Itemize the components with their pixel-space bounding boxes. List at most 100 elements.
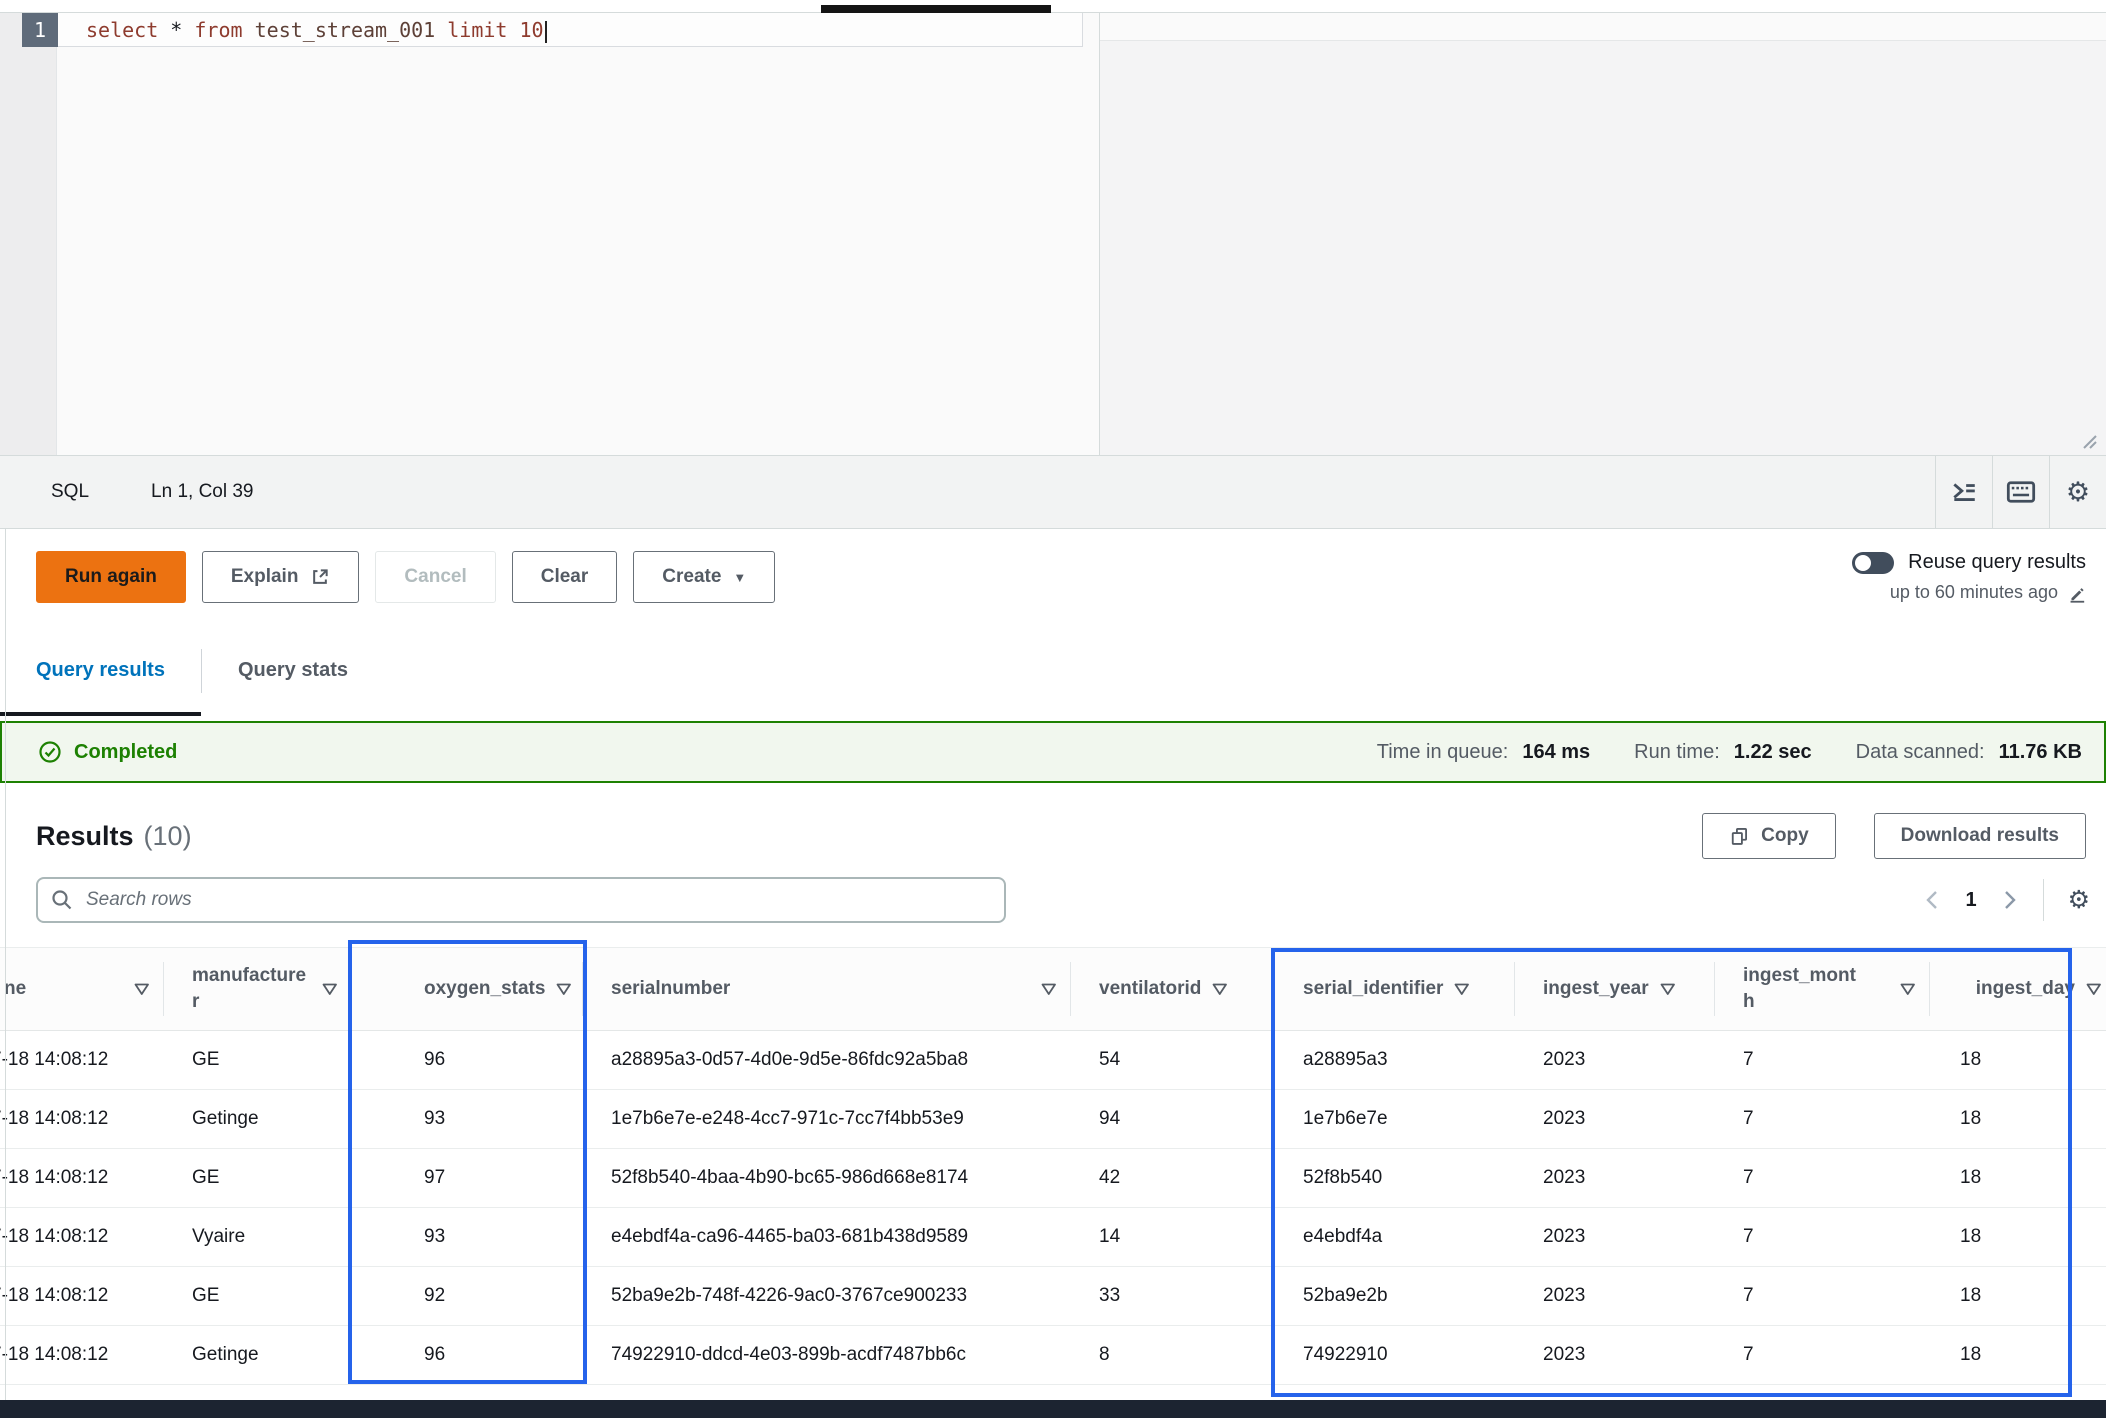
column-header-time[interactable]: ne <box>0 948 164 1030</box>
filter-icon[interactable] <box>321 982 338 996</box>
filter-icon[interactable] <box>1899 982 1916 996</box>
cell-ingest_day: 18 <box>1930 1049 2106 1071</box>
column-header-ingest_day[interactable]: ingest_day <box>1930 948 2106 1030</box>
create-label: Create <box>662 566 721 588</box>
create-button[interactable]: Create ▼ <box>633 551 775 603</box>
column-label: ne <box>4 978 26 1000</box>
cell-ventilatorid: 54 <box>1071 1049 1275 1071</box>
sql-keyword: from <box>194 18 254 42</box>
cell-ingest_month: 7 <box>1715 1167 1930 1189</box>
cell-serial_identifier: e4ebdf4a <box>1275 1226 1515 1248</box>
reuse-query-results-block: Reuse query results up to 60 minutes ago <box>1852 551 2086 603</box>
results-title: Results <box>36 821 134 852</box>
sql-table-name: test_stream_001 <box>255 18 448 42</box>
column-label: serialnumber <box>611 978 730 1000</box>
filter-icon[interactable] <box>133 982 150 996</box>
query-stats-summary: Time in queue: 164 ms Run time: 1.22 sec… <box>1377 741 2082 764</box>
column-label: ingest_day <box>1976 978 2075 1000</box>
filter-icon[interactable] <box>1211 982 1228 996</box>
cell-oxygen_stats: 96 <box>352 1049 583 1071</box>
filter-icon[interactable] <box>1453 982 1470 996</box>
column-header-oxygen_stats[interactable]: oxygen_stats <box>352 948 583 1030</box>
cell-time: 7-18 14:08:12 <box>0 1167 164 1189</box>
athena-query-editor-page: 1 select * from test_stream_001 limit 10… <box>0 0 2106 1418</box>
tab-query-results[interactable]: Query results <box>0 625 201 716</box>
editor-right-pane <box>1099 13 2106 455</box>
cell-manufacturer: GE <box>164 1167 352 1189</box>
cancel-button[interactable]: Cancel <box>375 551 495 603</box>
column-header-ingest_month[interactable]: ingest_month <box>1715 948 1930 1030</box>
filter-icon[interactable] <box>1040 982 1057 996</box>
cell-manufacturer: Getinge <box>164 1344 352 1366</box>
column-header-serialnumber[interactable]: serialnumber <box>583 948 1071 1030</box>
table-row: 7-18 14:08:12Getinge9674922910-ddcd-4e03… <box>0 1326 2106 1385</box>
stat-value: 11.76 KB <box>1999 741 2082 764</box>
column-label: ventilatorid <box>1099 978 1201 1000</box>
explain-button[interactable]: Explain <box>202 551 360 603</box>
editor-resize-handle[interactable] <box>2078 433 2098 449</box>
table-header-row: ne manufacturer oxygen_stats serialnumber ve… <box>0 948 2106 1031</box>
column-label: ingest_month <box>1743 963 1859 1014</box>
results-header: Results (10) Copy Download results <box>0 813 2106 859</box>
filter-icon[interactable] <box>555 982 572 996</box>
cell-ingest_year: 2023 <box>1515 1049 1715 1071</box>
search-icon <box>50 888 74 912</box>
filter-icon[interactable] <box>1659 982 1676 996</box>
column-label: manufacturer <box>192 963 312 1014</box>
cell-ingest_year: 2023 <box>1515 1285 1715 1307</box>
cell-time: 7-18 14:08:12 <box>0 1049 164 1071</box>
chevron-down-icon: ▼ <box>733 570 746 585</box>
format-query-button[interactable] <box>1936 456 1992 528</box>
download-results-button[interactable]: Download results <box>1874 813 2086 859</box>
clear-button[interactable]: Clear <box>512 551 618 603</box>
column-header-ingest_year[interactable]: ingest_year <box>1515 948 1715 1030</box>
download-results-label: Download results <box>1901 825 2059 847</box>
cell-ingest_day: 18 <box>1930 1167 2106 1189</box>
cancel-label: Cancel <box>404 566 466 588</box>
status-text: Completed <box>74 741 177 764</box>
cell-ventilatorid: 8 <box>1071 1344 1275 1366</box>
cell-oxygen_stats: 92 <box>352 1285 583 1307</box>
cell-time: 7-18 14:08:12 <box>0 1108 164 1130</box>
cell-serialnumber: 74922910-ddcd-4e03-899b-acdf7487bb6c <box>583 1344 1071 1366</box>
copy-button[interactable]: Copy <box>1702 813 1836 859</box>
filter-icon[interactable] <box>2085 982 2102 996</box>
sql-code-line[interactable]: select * from test_stream_001 limit 10 <box>86 13 547 47</box>
check-circle-icon <box>38 740 62 764</box>
cell-serial_identifier: 1e7b6e7e <box>1275 1108 1515 1130</box>
stat-value: 1.22 sec <box>1734 741 1812 764</box>
cell-ingest_year: 2023 <box>1515 1344 1715 1366</box>
editor-status-bar: SQL Ln 1, Col 39 <box>0 455 2106 529</box>
column-header-manufacturer[interactable]: manufacturer <box>164 948 352 1030</box>
tab-query-stats[interactable]: Query stats <box>202 625 384 716</box>
cell-ingest_year: 2023 <box>1515 1167 1715 1189</box>
reuse-query-results-toggle[interactable] <box>1852 552 1894 574</box>
sql-number: 10 <box>520 18 544 42</box>
column-header-ventilatorid[interactable]: ventilatorid <box>1071 948 1275 1030</box>
current-page-number[interactable]: 1 <box>1965 889 1976 912</box>
table-row: 7-18 14:08:12Getinge931e7b6e7e-e248-4cc7… <box>0 1090 2106 1149</box>
reuse-toggle-label: Reuse query results <box>1908 551 2086 574</box>
divider <box>2043 879 2044 921</box>
editor-settings-button[interactable]: ⚙ <box>2050 456 2106 528</box>
cell-serialnumber: 52f8b540-4baa-4b90-bc65-986d668e8174 <box>583 1167 1071 1189</box>
previous-page-icon[interactable] <box>1923 889 1941 911</box>
table-row: 7-18 14:08:12GE96a28895a3-0d57-4d0e-9d5e… <box>0 1031 2106 1090</box>
stat-label: Run time: <box>1634 741 1720 764</box>
stat-value: 164 ms <box>1522 741 1590 764</box>
cell-time: 7-18 14:08:12 <box>0 1285 164 1307</box>
keyboard-shortcuts-button[interactable] <box>1993 456 2049 528</box>
cell-ingest_month: 7 <box>1715 1049 1930 1071</box>
edit-pencil-icon[interactable] <box>2066 583 2086 603</box>
next-page-icon[interactable] <box>2001 889 2019 911</box>
column-label: ingest_year <box>1543 978 1649 1000</box>
column-header-serial_identifier[interactable]: serial_identifier <box>1275 948 1515 1030</box>
editor-gutter <box>0 13 57 455</box>
run-again-button[interactable]: Run again <box>36 551 186 603</box>
cell-oxygen_stats: 96 <box>352 1344 583 1366</box>
sql-editor[interactable]: 1 select * from test_stream_001 limit 10 <box>0 13 2106 455</box>
left-edge-rule <box>5 529 6 1400</box>
search-rows-input[interactable] <box>36 877 1006 923</box>
table-preferences-gear-icon[interactable]: ⚙ <box>2068 888 2090 913</box>
run-again-label: Run again <box>65 566 157 588</box>
